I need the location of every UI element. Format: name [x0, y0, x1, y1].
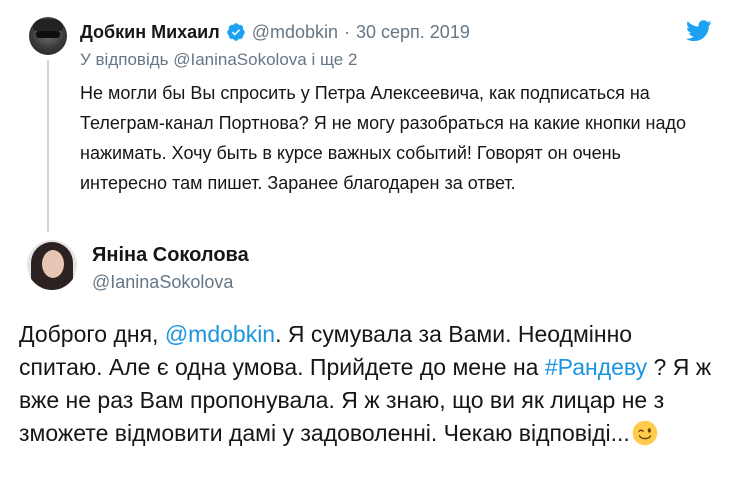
parent-tweet-date[interactable]: 30 серп. 2019 [356, 22, 470, 43]
twitter-bird-icon[interactable] [686, 20, 712, 42]
reply-mention-link[interactable]: @IaninaSokolova [173, 50, 307, 69]
main-tweet-text: Доброго дня, @mdobkin. Я сумувала за Вам… [19, 318, 719, 450]
verified-badge-icon [226, 23, 245, 41]
hashtag-link[interactable]: #Рандеву [545, 354, 647, 380]
main-author-handle[interactable]: @IaninaSokolova [92, 272, 233, 293]
parent-tweet-text: Не могли бы Вы спросить у Петра Алексеев… [80, 83, 686, 193]
tweet-text-segment: Доброго дня, [19, 321, 165, 347]
main-author-avatar[interactable] [27, 240, 77, 290]
reply-prefix: У відповідь [80, 50, 169, 69]
separator-dot: · [344, 21, 350, 42]
parent-tweet-header: Добкин Михаил @mdobkin · 30 серп. 2019 [80, 20, 470, 44]
thread-connector-line [47, 60, 49, 232]
parent-author-name[interactable]: Добкин Михаил [80, 22, 220, 43]
avatar-hair [33, 19, 63, 31]
winking-face-emoji [632, 420, 658, 446]
parent-author-avatar[interactable] [29, 17, 67, 55]
avatar-face [42, 250, 64, 278]
parent-author-handle[interactable]: @mdobkin [252, 22, 338, 43]
main-author-name[interactable]: Яніна Соколова [92, 244, 249, 267]
reply-context: У відповідь @IaninaSokolova і ще 2 [80, 50, 357, 70]
reply-suffix[interactable]: і ще 2 [311, 50, 357, 69]
mention-link[interactable]: @mdobkin [165, 321, 275, 347]
avatar-glasses [36, 31, 60, 38]
